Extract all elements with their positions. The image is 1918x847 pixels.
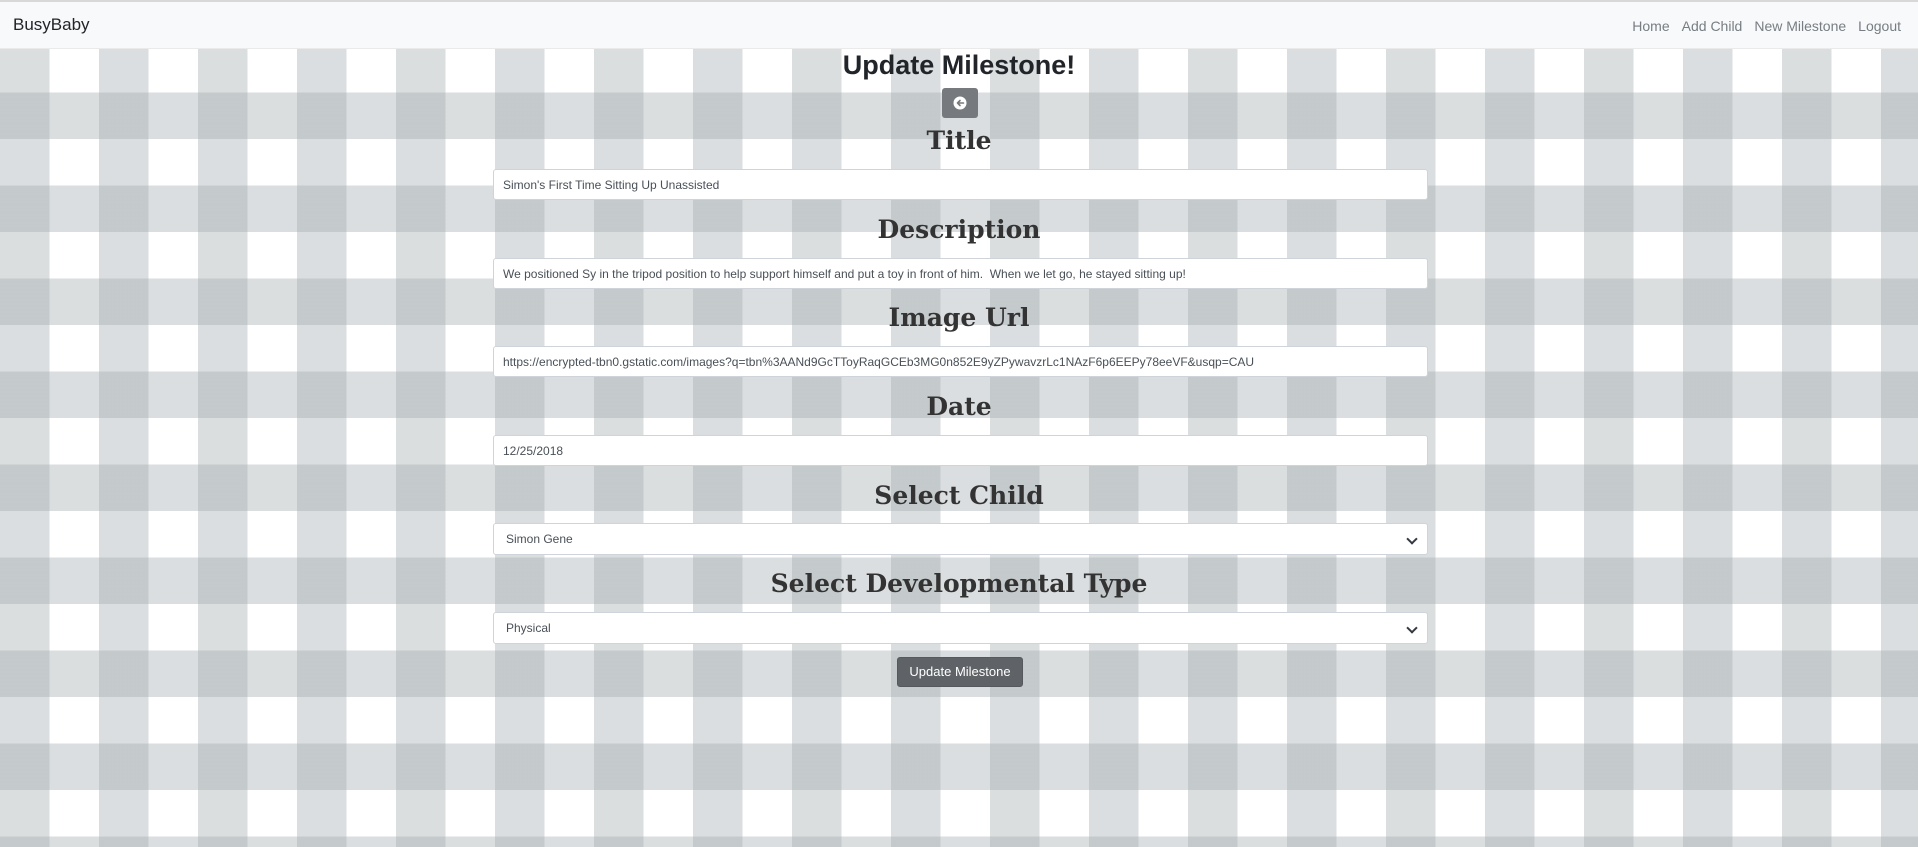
update-milestone-button[interactable]: Update Milestone	[897, 657, 1023, 687]
brand-link[interactable]: BusyBaby	[13, 15, 90, 35]
chevron-down-icon	[1406, 533, 1418, 545]
date-label: Date	[926, 392, 992, 421]
select-type-value: Physical	[506, 621, 551, 635]
nav-new-milestone-link[interactable]: New Milestone	[1754, 18, 1846, 34]
title-input[interactable]	[493, 169, 1428, 200]
nav-home-link[interactable]: Home	[1632, 18, 1669, 34]
nav-add-child-link[interactable]: Add Child	[1682, 18, 1743, 34]
back-arrow-icon	[953, 96, 967, 110]
image-url-input[interactable]	[493, 346, 1428, 377]
nav-links: Home Add Child New Milestone Logout	[1620, 18, 1901, 34]
image-url-label: Image Url	[888, 303, 1030, 332]
navbar: BusyBaby Home Add Child New Milestone Lo…	[0, 2, 1918, 49]
select-type-label: Select Developmental Type	[770, 569, 1148, 598]
nav-logout-link[interactable]: Logout	[1858, 18, 1901, 34]
back-button[interactable]	[942, 88, 978, 118]
description-label: Description	[877, 215, 1041, 244]
date-input[interactable]	[493, 435, 1428, 466]
chevron-down-icon	[1406, 622, 1418, 634]
select-child-label: Select Child	[874, 481, 1044, 510]
select-child-value: Simon Gene	[506, 532, 573, 546]
description-input[interactable]	[493, 258, 1428, 289]
select-child-dropdown[interactable]: Simon Gene	[493, 523, 1428, 555]
title-label: Title	[926, 126, 992, 155]
select-type-dropdown[interactable]: Physical	[493, 612, 1428, 644]
page-title: Update Milestone!	[842, 50, 1076, 80]
